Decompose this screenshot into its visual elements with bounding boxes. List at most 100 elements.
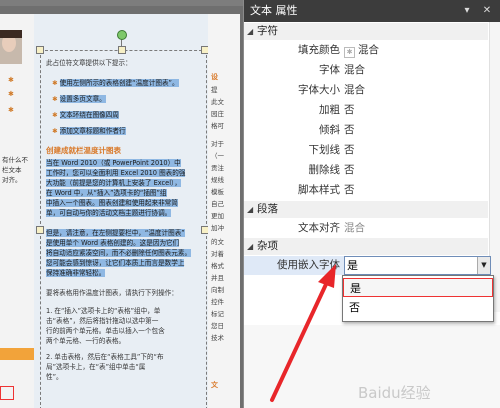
close-button[interactable]: ✕ — [480, 4, 494, 18]
property-row-fill-color[interactable]: 填充颜色 ✱ 混合 — [244, 41, 488, 60]
resize-handle-top[interactable] — [118, 46, 126, 54]
right-snippet: 控件 — [211, 298, 224, 306]
property-label: 删除线 — [308, 164, 341, 176]
paragraph-line: 您可能会感到惊讶，让它们本质上而言是数学上 — [46, 259, 185, 267]
pin-button[interactable]: ▾ — [460, 4, 474, 18]
right-snippet: 对着 — [211, 250, 224, 258]
chart-bar-red-outline — [0, 386, 14, 400]
paragraph-line: 但是，请注意，在左侧提要栏中，“温度计图表” — [46, 229, 185, 237]
resize-handle-left[interactable] — [36, 226, 44, 234]
paragraph-line: 大功能（前提是您的计算机上安装了 Excel）， — [46, 179, 181, 187]
bullet-item: ✱ 使用左侧所示的表格创建“温度计图表”。 — [52, 79, 179, 87]
property-row-italic[interactable]: 倾斜 否 — [244, 121, 488, 140]
property-value: 混合 — [344, 222, 365, 234]
star-icon: ✱ — [8, 106, 14, 114]
bullet-item: ✱ 文本环绕在图像四周 — [52, 111, 119, 119]
bullet-item: ✱ 设置多页文章。 — [52, 95, 106, 103]
property-row-script-style[interactable]: 脚本样式 否 — [244, 181, 488, 200]
right-snippet: （一 — [211, 152, 224, 160]
property-label: 填充颜色 — [298, 44, 340, 56]
property-value: 否 — [344, 124, 355, 136]
right-heading: 文 — [211, 381, 218, 389]
right-snippet: 模板 — [211, 188, 224, 196]
step-line: 两个单元格、一行的表格。 — [46, 337, 126, 345]
step-line: 2. 单击表格，然后在“表格工具”下的“布 — [46, 353, 164, 361]
document-canvas[interactable]: ✱ ✱ ✱ 有什么不 栏文本 对齐。 此占位符文章提供以下提示： ✱ 使用左侧所… — [0, 0, 243, 408]
property-value: 否 — [344, 164, 355, 176]
property-label: 加粗 — [319, 104, 340, 116]
category-label: 段落 — [257, 203, 278, 215]
right-snippet: 您日 — [211, 322, 224, 330]
paragraph-line: 在 Word 中，从“插入”选项卡的“插图”组 — [46, 189, 167, 197]
property-label: 倾斜 — [319, 124, 340, 136]
right-snippet: 加冲 — [211, 224, 224, 232]
step-line: 1. 在“插入”选项卡上的“表格”组中，单 — [46, 307, 161, 315]
right-snippet: 规线 — [211, 176, 224, 184]
panel-titlebar: 文本 属性 ▾ ✕ — [244, 0, 500, 22]
color-swatch-icon: ✱ — [344, 47, 355, 58]
property-row-strikethrough[interactable]: 删除线 否 — [244, 161, 488, 180]
chart-bar-orange — [0, 348, 34, 360]
property-row-font[interactable]: 字体 混合 — [244, 61, 488, 80]
right-snippet: 园庄 — [211, 110, 224, 118]
category-paragraph[interactable]: ◢ 段落 — [244, 201, 488, 218]
step-line: 行的前两个单元格。单击以插入一个包含 — [46, 327, 165, 335]
property-value: 混合 — [344, 64, 365, 76]
step-line: 局”选项卡上，在“表”组中单击“属 — [46, 363, 146, 371]
right-snippet: 标记 — [211, 310, 224, 318]
property-label: 脚本样式 — [298, 184, 340, 196]
property-label: 字体 — [319, 64, 340, 76]
property-value: 否 — [344, 184, 355, 196]
rotate-handle[interactable] — [117, 30, 127, 40]
property-row-underline[interactable]: 下划线 否 — [244, 141, 488, 160]
selected-textbox[interactable]: 此占位符文章提供以下提示： ✱ 使用左侧所示的表格创建“温度计图表”。 ✱ 设置… — [40, 50, 207, 408]
left-snippet: 有什么不 — [2, 156, 28, 164]
property-row-font-size[interactable]: 字体大小 混合 — [244, 81, 488, 100]
right-snippet: 更加 — [211, 212, 224, 220]
paragraph-line: 工作时，您可以全面利用 Excel 2010 图表的强 — [46, 169, 186, 177]
right-snippet: 提 — [211, 86, 218, 94]
textbox-content: 此占位符文章提供以下提示： ✱ 使用左侧所示的表格创建“温度计图表”。 ✱ 设置… — [46, 57, 204, 407]
paragraph-line: 当在 Word 2010（或 PowerPoint 2010）中 — [46, 159, 181, 167]
bullet-text: 文本环绕在图像四周 — [59, 111, 119, 119]
resize-handle-top-left[interactable] — [36, 46, 44, 54]
bullet-text: 使用左侧所示的表格创建“温度计图表”。 — [59, 79, 179, 87]
intro-line: 此占位符文章提供以下提示： — [46, 59, 132, 67]
category-character[interactable]: ◢ 字符 — [244, 23, 488, 40]
property-label: 下划线 — [308, 144, 341, 156]
right-snippet: 自己 — [211, 200, 224, 208]
property-row-bold[interactable]: 加粗 否 — [244, 101, 488, 120]
property-label: 字体大小 — [298, 84, 340, 96]
category-label: 字符 — [257, 25, 278, 37]
article-heading: 创建成就栏温度计图表 — [46, 146, 121, 155]
right-snippet: 技术 — [211, 334, 224, 342]
paragraph-line: 保持准确非常轻松。 — [46, 269, 106, 277]
right-heading: 设 — [211, 73, 218, 81]
right-snippet: 向制 — [211, 286, 224, 294]
collapse-triangle-icon: ◢ — [247, 205, 254, 214]
property-value: 否 — [344, 104, 355, 116]
right-snippet: 格式 — [211, 262, 224, 270]
property-label: 文本对齐 — [298, 222, 340, 234]
bullet-star-icon: ✱ — [52, 95, 60, 103]
step-line: 性”。 — [46, 373, 63, 381]
previous-page: ✱ ✱ ✱ 有什么不 栏文本 对齐。 — [0, 14, 34, 408]
right-snippet: 贡注 — [211, 164, 224, 172]
bullet-item: ✱ 添加文章标题和作者行 — [52, 127, 126, 135]
bullet-star-icon: ✱ — [52, 127, 60, 135]
left-snippet: 栏文本 — [2, 166, 22, 174]
bullet-text: 添加文章标题和作者行 — [59, 127, 126, 135]
step-line: 击“表格”，然后将指针拖动以选中第一 — [46, 317, 159, 325]
photo-hair — [0, 30, 22, 38]
right-snippet: 的文 — [211, 238, 224, 246]
property-value: 否 — [344, 144, 355, 156]
property-value: 混合 — [344, 84, 365, 96]
bullet-star-icon: ✱ — [52, 111, 60, 119]
star-icon: ✱ — [8, 76, 14, 84]
panel-title: 文本 属性 — [250, 4, 298, 17]
right-snippet: 对于 — [211, 140, 224, 148]
property-row-text-align[interactable]: 文本对齐 混合 — [244, 219, 488, 238]
right-snippet: 此文 — [211, 98, 224, 106]
next-column: 设 提 此文 园庄 格可 对于 （一 贡注 规线 模板 自己 更加 加冲 的文 … — [208, 14, 240, 408]
bullet-text: 设置多页文章。 — [59, 95, 106, 103]
